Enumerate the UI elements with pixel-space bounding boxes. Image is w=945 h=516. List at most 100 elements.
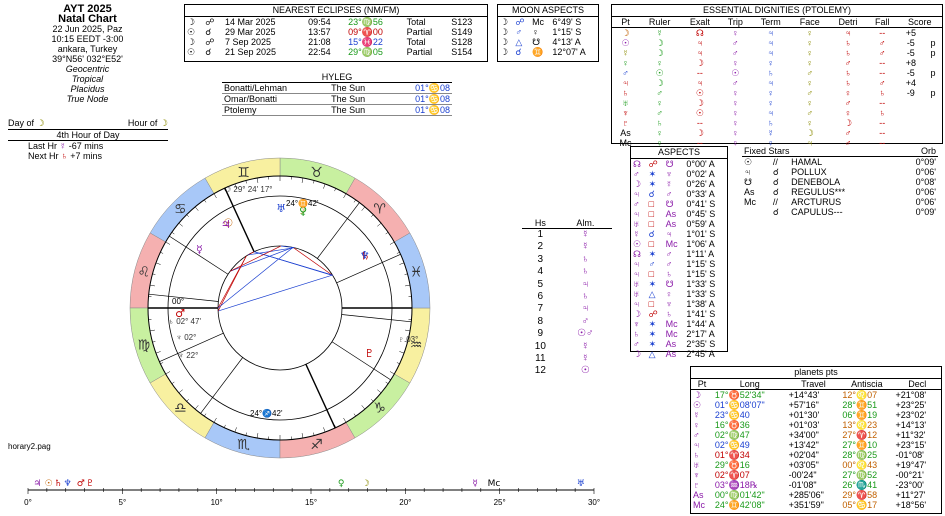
dignity-cell: ♃ bbox=[696, 48, 704, 58]
aspect-row: ♅ △ ♀ 1°33' S bbox=[631, 289, 727, 299]
house-h: 2 bbox=[537, 241, 544, 253]
planet-pt: ☽ bbox=[693, 390, 702, 400]
aspect-val: 1°01' S bbox=[686, 229, 716, 239]
planet-long: 01°♈34 bbox=[714, 450, 750, 460]
moon-aspect-row: ☽ ☍ Mc 6°49' S bbox=[498, 17, 598, 27]
aspects-caption: ASPECTS bbox=[631, 147, 727, 159]
eclipse-kind: Partial bbox=[406, 27, 433, 37]
aspect-b: ☍ bbox=[648, 159, 658, 169]
aspect-a: ☿ bbox=[633, 229, 640, 239]
planet-long: 02°♋49 bbox=[714, 440, 750, 450]
dignity-cell: As bbox=[620, 128, 631, 138]
hyleg-caption: HYLEG bbox=[321, 72, 353, 82]
dignity-cell bbox=[898, 118, 924, 128]
timeline-label: 0° bbox=[24, 498, 32, 507]
planet-ant: 27°♈12 bbox=[842, 430, 878, 440]
fixed-star-a: ☋ bbox=[744, 177, 752, 187]
aspect-val: 2°35' S bbox=[686, 339, 716, 349]
dignity-cell: ♄ bbox=[878, 88, 886, 98]
aspect-c: ☋ bbox=[665, 279, 674, 289]
house-h: 8 bbox=[537, 315, 544, 327]
chart-node: True Node bbox=[66, 94, 109, 104]
dignities-header-cell: Pt bbox=[612, 17, 640, 28]
dignity-cell bbox=[924, 118, 942, 128]
ic-label: 24°♐42' bbox=[250, 408, 283, 418]
aspect-c: As bbox=[665, 209, 677, 219]
aspect-c: As bbox=[665, 349, 677, 359]
sign-glyph: ♊ bbox=[237, 165, 250, 181]
fixed-star-a bbox=[742, 207, 771, 217]
aspect-a: ♃ bbox=[633, 259, 640, 269]
planet-long: 00°♍01'42" bbox=[714, 490, 765, 500]
timeline-label: 30° bbox=[588, 498, 600, 507]
dignity-cell bbox=[898, 98, 924, 108]
planet-row: Mc 24°♊42'08" +351'59" 05°♋17 +18°56' bbox=[691, 500, 941, 510]
eclipses-panel: NEAREST ECLIPSES (NM/FM) ☽ ☍ 14 Mar 2025 09… bbox=[184, 4, 488, 62]
aspect-a: ♄ bbox=[633, 329, 640, 339]
planet-row: As 00°♍01'42" +285'06" 29°♈58 +11°27' bbox=[691, 490, 941, 500]
dignity-cell: ♂ bbox=[844, 98, 852, 108]
aspect-row: ♄ ✶ Mc 2°17' A bbox=[631, 329, 727, 339]
hyleg-pos: 01°♋08 bbox=[389, 93, 452, 105]
dignity-cell: -- bbox=[879, 98, 886, 108]
planet-label: ♆ 22° bbox=[178, 351, 198, 360]
dignity-row: As ♀ ☽ ♀ ☿ ☽ ♂ -- bbox=[612, 128, 942, 138]
dignity-cell: ♂ bbox=[878, 78, 886, 88]
planet-pt: ♄ bbox=[693, 450, 700, 460]
planet-glyph: ♆ bbox=[360, 249, 370, 262]
fixed-star-name: CAPULUS--- bbox=[791, 207, 843, 217]
house-row: 5 ♃ bbox=[522, 279, 612, 291]
planet-ant: 05°♋17 bbox=[842, 500, 878, 510]
fixed-star-orb: 0°09' bbox=[915, 207, 936, 217]
eclipse-g2: ☌ bbox=[205, 47, 212, 57]
fixed-star-orb: 0°06' bbox=[915, 167, 936, 177]
dignity-cell: ♄ bbox=[622, 88, 629, 98]
dignity-cell: ☽ bbox=[621, 28, 630, 38]
house-row: 10 ☿ bbox=[522, 341, 612, 353]
house-row: 1 ☿ bbox=[522, 229, 612, 242]
aspect-row: ♃ □ As 0°45' S bbox=[631, 209, 727, 219]
dignity-cell: ☽ bbox=[655, 48, 664, 58]
aspect-c: ☋ bbox=[665, 159, 674, 169]
aspect-row: ♃ ☌ ♂ 0°33' A bbox=[631, 189, 727, 199]
dignity-cell: ☽ bbox=[695, 98, 704, 108]
dignity-cell: ♀ bbox=[767, 98, 775, 108]
aspect-c: Mc bbox=[665, 329, 678, 339]
aspect-row: ♃ ♂ ♂ 1°15' S bbox=[631, 259, 727, 269]
dignity-cell: ♀ bbox=[731, 58, 739, 68]
timeline-marker: ♃ bbox=[33, 479, 41, 489]
dignity-cell: ♀ bbox=[844, 88, 852, 98]
chart-coords: 39°N56' 032°E52' bbox=[52, 54, 123, 64]
hyleg-pos: 01°♋08 bbox=[389, 104, 452, 116]
planet-decl: -01°08' bbox=[895, 450, 924, 460]
dignity-cell: ♄ bbox=[656, 118, 664, 128]
eclipse-time: 22:54 bbox=[308, 47, 331, 57]
dignity-cell: +5 bbox=[905, 28, 916, 38]
degree-timeline: 0° 5° 10° 15° 20° 25° 30° ♃ ☉ ♄ ♆ ♂ ♇ ♀ ☽ ☿ Mc ♅ bbox=[24, 478, 600, 510]
aspect-val: 1°44' A bbox=[686, 319, 715, 329]
aspect-b: □ bbox=[648, 219, 655, 229]
dignity-cell: -- bbox=[879, 128, 886, 138]
planet-decl: +18°56' bbox=[895, 500, 927, 510]
aspect-b: △ bbox=[648, 349, 656, 359]
aspect-row: ☊ ✶ ♂ 1°11' A bbox=[631, 249, 727, 259]
chart-mode: Tropical bbox=[71, 74, 104, 84]
dignity-row: ☽ ☿ ☊ ♀ ♃ ♀ ♃ -- +5 bbox=[612, 28, 942, 39]
planets-header-cell: Antiscia bbox=[840, 379, 894, 390]
fixed-star-name: REGULUS*** bbox=[791, 187, 846, 197]
sign-glyph: ♓ bbox=[410, 265, 423, 281]
dignity-cell: ♀ bbox=[806, 28, 814, 38]
moon-aspect-a: ☽ bbox=[500, 37, 509, 47]
planets-header-cell: Travel bbox=[786, 379, 841, 390]
dignities-header-cell: Term bbox=[751, 17, 791, 28]
planet-row: ☽ 17°♉52'34" +14°43' 12°♌07 +21°08' bbox=[691, 390, 941, 401]
planet-pt: ♃ bbox=[693, 440, 700, 450]
planets-header-cell: Long bbox=[712, 379, 787, 390]
planet-travel: +03'05" bbox=[788, 460, 819, 470]
dignity-cell bbox=[924, 78, 942, 88]
planet-row: ♆ 02°♈07 -00'24" 27°♍52 -00°21' bbox=[691, 470, 941, 480]
dignity-cell: ☽ bbox=[655, 78, 664, 88]
eclipse-g1: ☉ bbox=[187, 47, 196, 57]
house-row: 12 ☉ bbox=[522, 365, 612, 377]
house-h: 5 bbox=[537, 278, 544, 290]
